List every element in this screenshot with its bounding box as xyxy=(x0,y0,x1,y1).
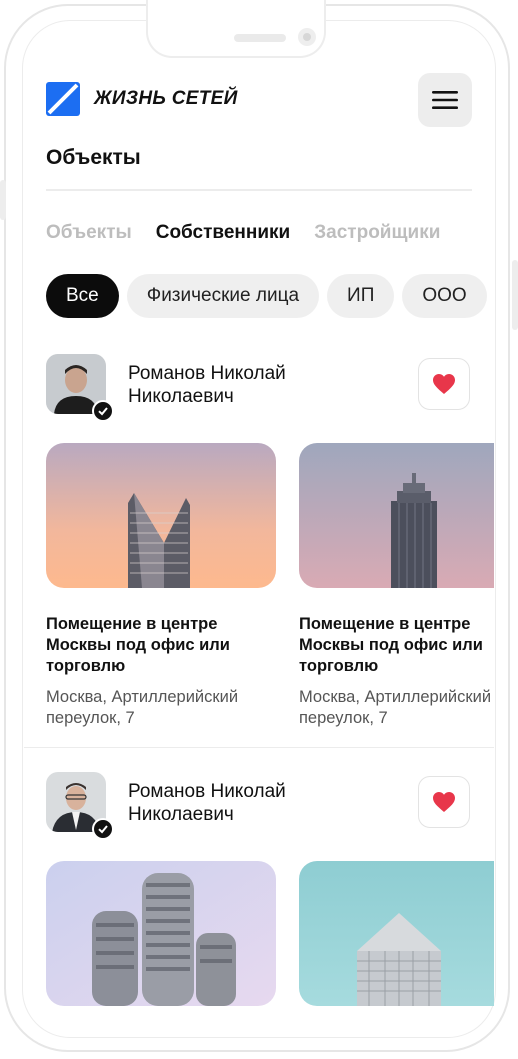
filter-chips: Все Физические лица ИП ООО xyxy=(46,274,487,318)
menu-button[interactable] xyxy=(418,73,472,127)
app-screen: ЖИЗНЬ СЕТЕЙ Объекты Объекты Собственники… xyxy=(0,0,518,1059)
tab-owners[interactable]: Собственники xyxy=(156,222,291,244)
owner-name[interactable]: Романов Николай Николаевич xyxy=(128,780,328,826)
listing-card[interactable] xyxy=(299,861,494,1032)
listing-title: Помещение в центре Москвы под офис или т… xyxy=(299,615,483,675)
verified-badge xyxy=(92,818,114,840)
heart-icon xyxy=(433,792,455,812)
device-side-button xyxy=(512,260,518,330)
tab-objects[interactable]: Объекты xyxy=(46,222,132,244)
filter-chip-ip[interactable]: ИП xyxy=(327,274,395,318)
listing-image xyxy=(46,443,276,588)
hamburger-icon xyxy=(432,91,458,109)
filter-chip-all[interactable]: Все xyxy=(46,274,119,318)
owner-name[interactable]: Романов Николай Николаевич xyxy=(128,362,328,408)
brand-name: ЖИЗНЬ СЕТЕЙ xyxy=(94,88,238,109)
filter-chip-ooo[interactable]: ООО xyxy=(402,274,487,318)
favorite-button[interactable] xyxy=(418,358,470,410)
heart-icon xyxy=(433,374,455,394)
check-badge-icon xyxy=(98,825,108,834)
listing-image xyxy=(299,861,494,1006)
listing-image xyxy=(299,443,494,588)
header-divider xyxy=(46,189,472,191)
owner-divider xyxy=(24,747,494,748)
brand-logo-icon[interactable] xyxy=(46,82,80,116)
favorite-button[interactable] xyxy=(418,776,470,828)
listing-card[interactable]: Помещение в центре Москвы под офис или т… xyxy=(46,443,276,729)
tab-developers[interactable]: Застройщики xyxy=(314,222,440,244)
section-tabs: Объекты Собственники Застройщики xyxy=(46,222,440,244)
listing-image xyxy=(46,861,276,1006)
listing-address: Москва, Артиллерийский переулок, 7 xyxy=(46,688,239,727)
verified-badge xyxy=(92,400,114,422)
listing-title: Помещение в центре Москвы под офис или т… xyxy=(46,615,230,675)
listing-address: Москва, Артиллерийский переулок, 7 xyxy=(299,688,492,727)
listing-card[interactable]: Помещение в центре Москвы под офис или т… xyxy=(299,443,494,729)
listing-card[interactable] xyxy=(46,861,276,1032)
page-title: Объекты xyxy=(46,146,141,169)
check-badge-icon xyxy=(98,407,108,416)
content-area: ЖИЗНЬ СЕТЕЙ Объекты Объекты Собственники… xyxy=(0,0,494,1059)
filter-chip-individuals[interactable]: Физические лица xyxy=(126,274,320,318)
